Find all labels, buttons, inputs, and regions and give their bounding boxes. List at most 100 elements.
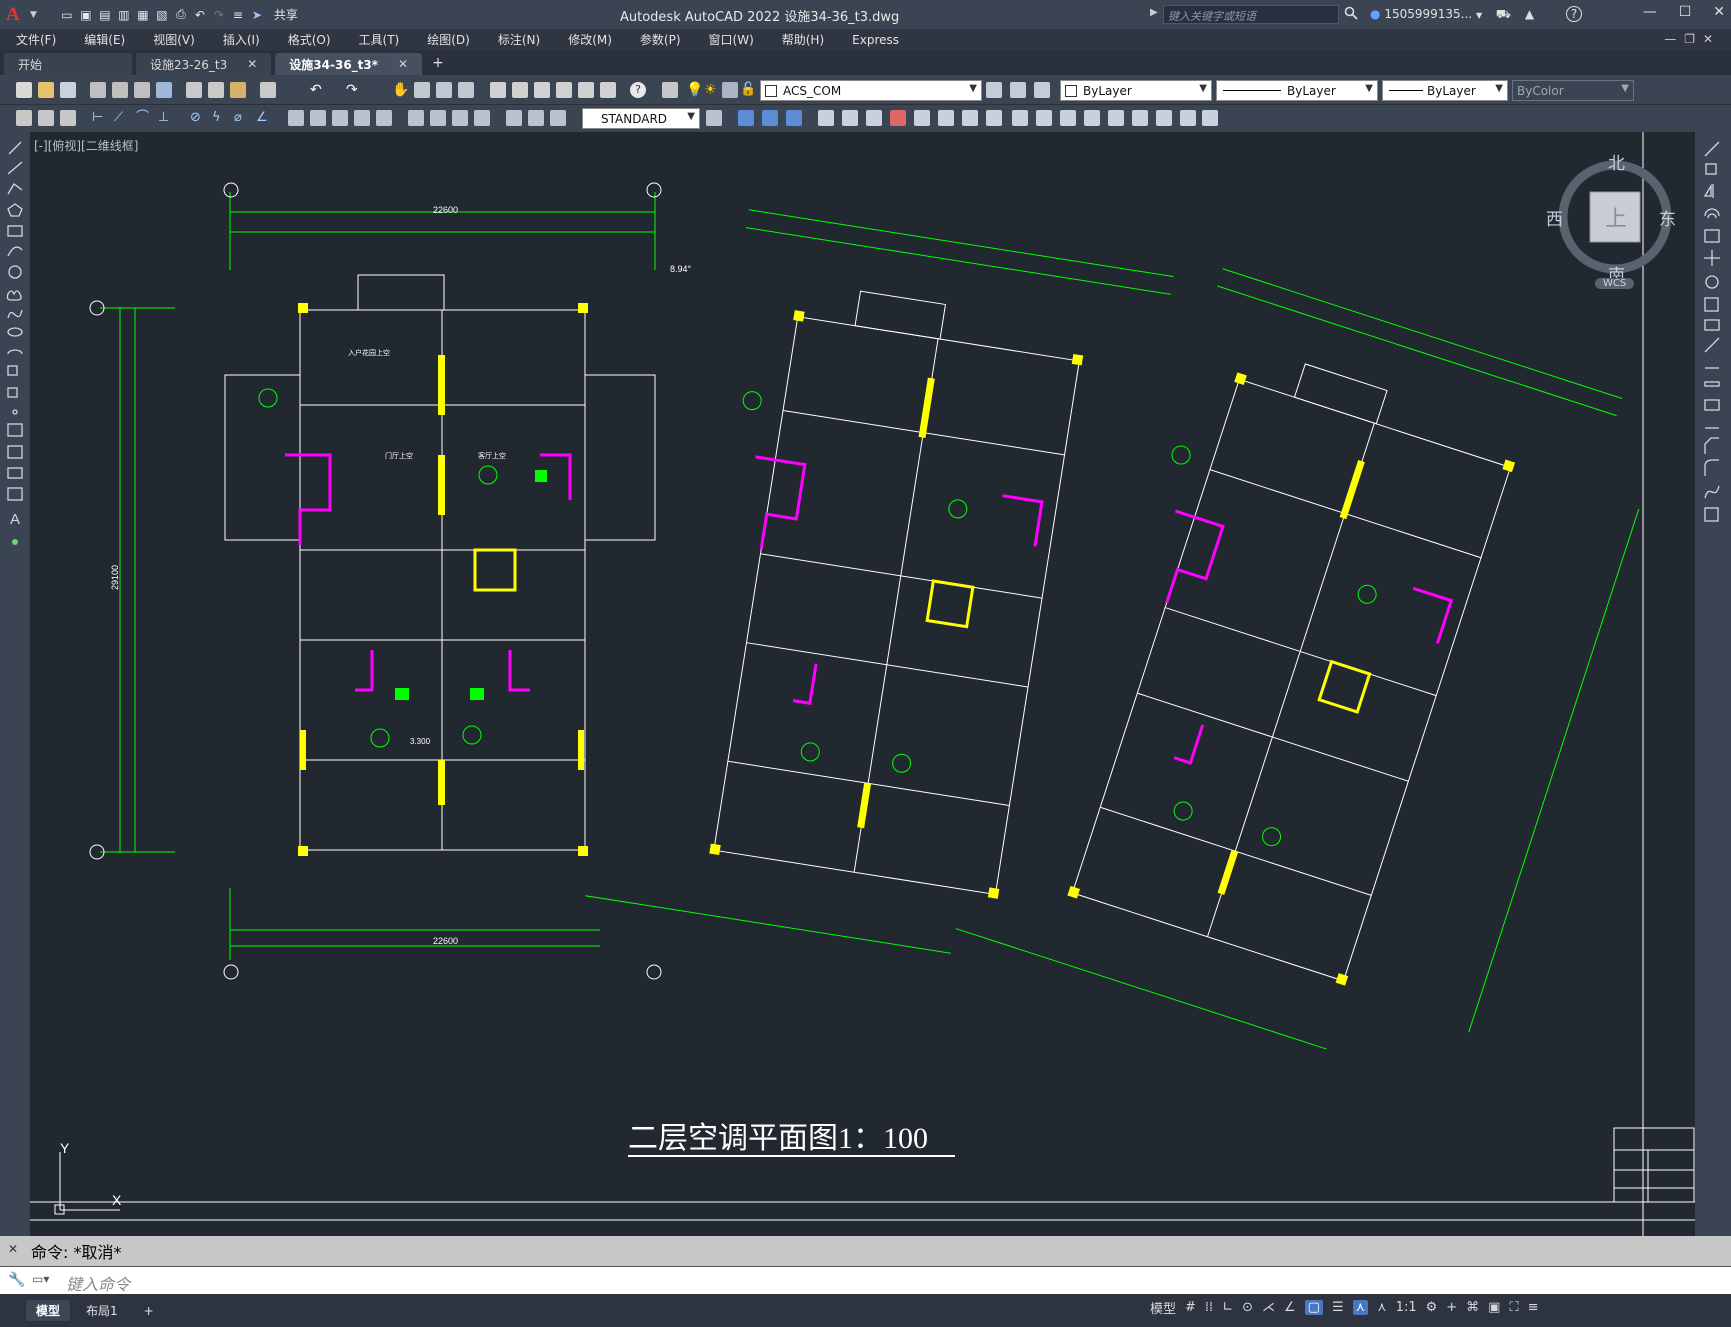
fillet-icon[interactable] [962, 110, 978, 126]
publish-icon[interactable] [134, 82, 150, 98]
layer-lock-icon[interactable]: 🔓 [740, 82, 756, 98]
mirror-icon[interactable] [938, 110, 954, 126]
lineweight-dropdown[interactable]: ByLayer ▼ [1382, 80, 1508, 101]
join-icon[interactable] [1084, 110, 1100, 126]
draw-order-icon[interactable] [1202, 110, 1218, 126]
scale-icon[interactable] [914, 110, 930, 126]
dim-break-icon[interactable] [376, 110, 392, 126]
match-properties-icon[interactable] [260, 82, 276, 98]
dim-space-icon[interactable] [354, 110, 370, 126]
text-style-dropdown[interactable]: STANDARD ▼ [582, 108, 700, 129]
save-icon[interactable]: ▤ [97, 7, 113, 23]
copy-icon[interactable] [208, 82, 224, 98]
close-tab-icon[interactable]: ✕ [247, 57, 257, 71]
add-layout-icon[interactable]: + [134, 1302, 164, 1320]
baseline-icon[interactable] [310, 110, 326, 126]
menu-view[interactable]: 视图(V) [137, 31, 207, 48]
color-dropdown[interactable]: ByLayer ▼ [1060, 80, 1212, 101]
ordinate-icon[interactable]: ⊥ [158, 110, 174, 126]
menu-edit[interactable]: 编辑(E) [68, 31, 137, 48]
autocad-logo-icon[interactable]: A [6, 4, 30, 26]
layer-walk-icon[interactable] [60, 110, 76, 126]
plot-icon[interactable]: ⎙ [173, 7, 189, 23]
zoom-window-icon[interactable] [436, 82, 452, 98]
linear-dimension-icon[interactable]: ⊢ [92, 110, 108, 126]
snap-icon[interactable]: ⁞⁞ [1205, 1300, 1213, 1315]
compass-north[interactable]: 北 [1608, 149, 1625, 174]
tolerance-icon[interactable] [408, 110, 424, 126]
layer-dropdown[interactable]: ACS_COM ▼ [760, 80, 982, 101]
osnap-icon[interactable]: ▢ [1304, 1300, 1323, 1315]
undo-icon[interactable]: ↶ [310, 82, 326, 98]
menu-express[interactable]: Express [836, 33, 911, 47]
paste-icon[interactable] [230, 82, 246, 98]
autodesk-app-icon[interactable]: ▲ [1525, 7, 1534, 21]
model-space-toggle[interactable]: 模型 [1150, 1298, 1176, 1317]
layer-previous-icon[interactable] [1010, 82, 1026, 98]
layer-match-icon[interactable] [16, 110, 32, 126]
jogged-linear-icon[interactable] [474, 110, 490, 126]
customize-icon[interactable]: ≡ [1528, 1300, 1539, 1315]
blend-icon[interactable] [1180, 110, 1196, 126]
array-icon[interactable] [1012, 110, 1028, 126]
continue-icon[interactable] [332, 110, 348, 126]
offset-icon[interactable] [1036, 110, 1052, 126]
floor-plan-drawing[interactable]: 22600 22600 29100 8.94° 入户花园上空 门厅上空 客厅上空… [30, 132, 1695, 1236]
center-mark-icon[interactable] [430, 110, 446, 126]
ortho-icon[interactable]: ∟ [1222, 1300, 1233, 1315]
user-account[interactable]: ● 1505999135... ▼ ⛟ ▲ ? [1370, 6, 1583, 23]
quick-dimension-icon[interactable] [288, 110, 304, 126]
menu-window[interactable]: 窗口(W) [693, 31, 766, 48]
layer-iso-icon[interactable] [38, 110, 54, 126]
tool-palettes-icon[interactable] [534, 82, 550, 98]
drawing-viewport[interactable]: 22600 22600 29100 8.94° 入户花园上空 门厅上空 客厅上空… [30, 132, 1695, 1236]
layer-freeze-icon[interactable]: ☀ [704, 82, 720, 98]
layer-state-icon[interactable] [1034, 82, 1050, 98]
plus-icon[interactable]: + [1446, 1300, 1457, 1315]
new-tab-icon[interactable]: + [432, 55, 444, 71]
isolate-icon[interactable]: ⌘ [1466, 1300, 1479, 1315]
save-web-icon[interactable]: ▧ [154, 7, 170, 23]
menu-parameters[interactable]: 参数(P) [624, 31, 693, 48]
menu-help[interactable]: 帮助(H) [766, 31, 836, 48]
tab-start[interactable]: 开始 [4, 53, 133, 75]
arc-length-icon[interactable]: ⌒ [136, 110, 152, 126]
search-icon[interactable] [1344, 6, 1358, 23]
redo-icon[interactable]: ↷ [346, 82, 362, 98]
break-icon[interactable] [1108, 110, 1124, 126]
document-window-controls[interactable]: —❐✕ [1664, 32, 1721, 46]
command-line[interactable]: 🔧 ▭▾ 键入命令 [0, 1266, 1731, 1294]
markup-icon[interactable] [578, 82, 594, 98]
sheet-set-icon[interactable] [556, 82, 572, 98]
chamfer-icon[interactable] [1156, 110, 1172, 126]
polar-icon[interactable]: ⊙ [1242, 1300, 1253, 1315]
radius-icon[interactable]: ⊘ [190, 110, 206, 126]
plot-icon[interactable] [90, 82, 106, 98]
search-input[interactable]: 键入关键字或短语 [1163, 5, 1339, 24]
viewcube-face-label[interactable]: 上 [1605, 201, 1627, 233]
jogged-icon[interactable]: ϟ [212, 110, 228, 126]
recent-commands-icon[interactable]: ▭▾ [32, 1272, 49, 1286]
redo-icon[interactable]: ↷ [211, 7, 227, 23]
modify-toolbar-icon-1[interactable] [738, 110, 754, 126]
angular-icon[interactable]: ∠ [256, 110, 272, 126]
modify-toolbar-icon-3[interactable] [786, 110, 802, 126]
command-input[interactable]: 键入命令 [66, 1271, 130, 1295]
viewport-controls[interactable]: [-][俯视][二维线框] [34, 137, 138, 154]
menu-tools[interactable]: 工具(T) [343, 31, 412, 48]
dim-text-edit-icon[interactable] [528, 110, 544, 126]
stretch-icon[interactable] [866, 110, 882, 126]
auto-scale-icon[interactable]: ⋏ [1377, 1300, 1387, 1315]
close-command-icon[interactable]: ✕ [8, 1242, 18, 1256]
workspace-gear-icon[interactable]: ⚙ [1426, 1300, 1438, 1315]
new-file-icon[interactable]: ▭ [59, 7, 75, 23]
make-current-layer-icon[interactable] [986, 82, 1002, 98]
cart-icon[interactable]: ⛟ [1496, 7, 1511, 21]
close-tab-icon[interactable]: ✕ [398, 57, 408, 71]
menu-format[interactable]: 格式(O) [272, 31, 343, 48]
plotstyle-dropdown[interactable]: ByColor ▼ [1512, 80, 1634, 101]
menu-file[interactable]: 文件(F) [0, 31, 68, 48]
isodraft-icon[interactable]: ⋌ [1262, 1300, 1275, 1315]
share-label[interactable]: 共享 [274, 6, 298, 23]
lineweight-icon[interactable]: ☰ [1332, 1300, 1344, 1315]
